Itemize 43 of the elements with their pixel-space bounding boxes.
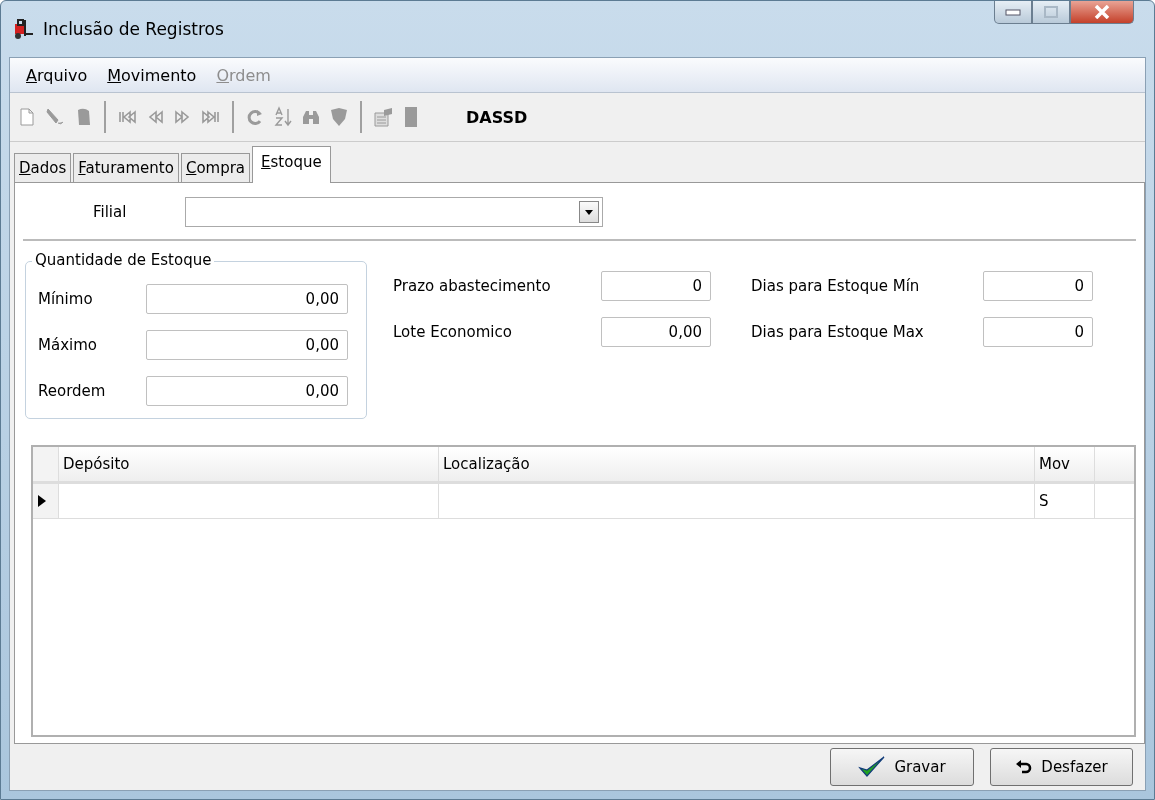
field-label: Mínimo [38, 290, 94, 308]
column-header[interactable]: Depósito [59, 447, 439, 481]
field-label: Máximo [38, 336, 98, 354]
input-field[interactable]: 0,00 [146, 284, 348, 314]
input-field[interactable]: 0,00 [146, 376, 348, 406]
tab[interactable]: Compra [180, 153, 251, 182]
report-icon[interactable] [372, 106, 394, 128]
maximize-button[interactable] [1032, 1, 1070, 24]
column-header[interactable]: Localização [439, 447, 1035, 481]
sort-icon[interactable] [272, 106, 294, 128]
current-row-icon [37, 494, 47, 508]
field-label: Lote Economico [393, 323, 513, 341]
field-label: Dias para Estoque Max [751, 323, 925, 341]
menu-item[interactable]: Arquivo [18, 63, 96, 87]
maximize-icon [1044, 6, 1058, 18]
input-field[interactable]: 0 [601, 271, 711, 301]
tab[interactable]: Faturamento [73, 153, 179, 182]
field-label: Filial [93, 203, 128, 221]
tab[interactable]: Estoque [252, 146, 331, 183]
field-label: Reordem [38, 382, 107, 400]
table-cell: S [1035, 484, 1095, 518]
field-label: Prazo abastecimento [393, 277, 552, 295]
input-field[interactable]: 0,00 [601, 317, 711, 347]
group-title: Quantidade de Estoque [32, 251, 215, 269]
column-header[interactable]: Mov [1035, 447, 1095, 481]
input-field[interactable]: 0 [983, 271, 1093, 301]
minimize-icon [1005, 8, 1021, 16]
record-label: DASSD [466, 107, 528, 127]
field-label: Dias para Estoque Mín [751, 277, 921, 295]
window-title: Inclusão de Registros [43, 19, 224, 39]
close-icon [1094, 5, 1110, 19]
forklift-icon [13, 18, 35, 40]
undo-button[interactable]: Desfazer [990, 748, 1133, 786]
checkmark-icon [858, 755, 887, 779]
dropdown-field[interactable] [185, 197, 603, 227]
undo-icon [1015, 758, 1034, 776]
close-button[interactable] [1070, 1, 1134, 24]
save-button[interactable]: Gravar [830, 748, 974, 786]
menu-item[interactable]: Movimento [99, 63, 205, 87]
tab[interactable]: Dados [14, 153, 72, 182]
input-field[interactable]: 0,00 [146, 330, 348, 360]
minimize-button[interactable] [994, 1, 1032, 24]
input-field[interactable]: 0 [983, 317, 1093, 347]
